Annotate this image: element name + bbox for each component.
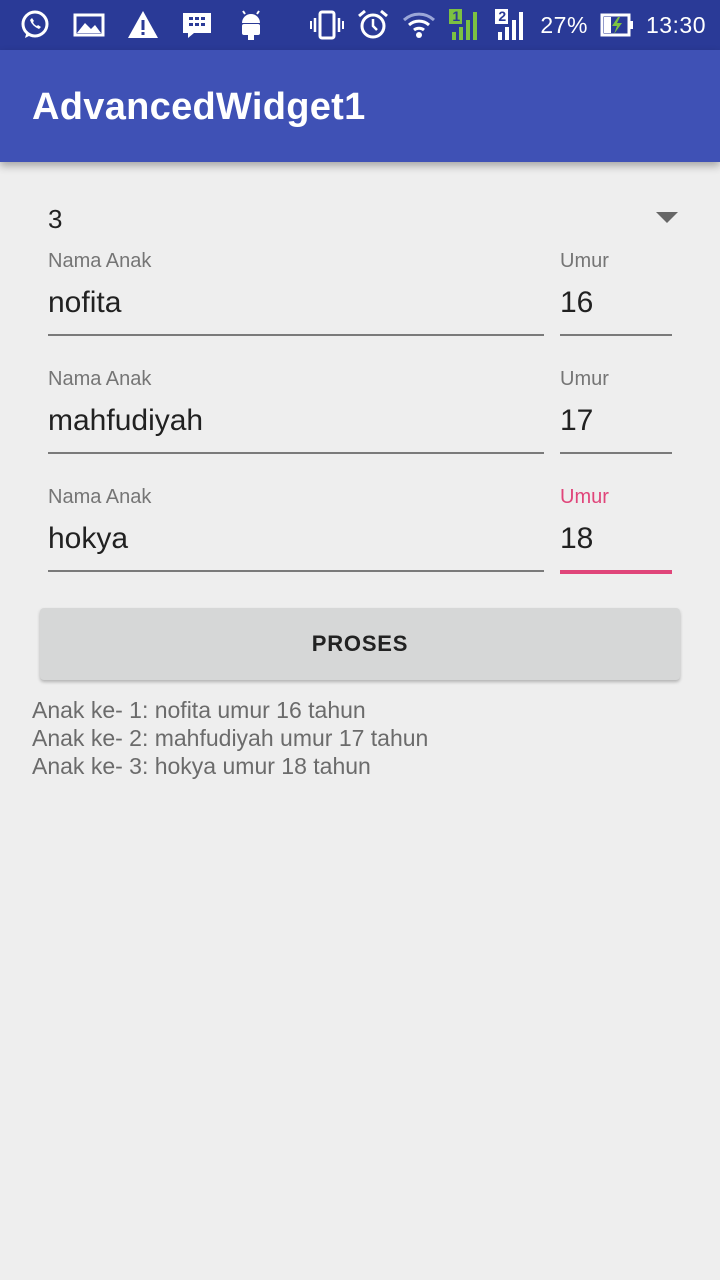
name-underline <box>48 334 544 336</box>
age-input-value: 16 <box>560 286 594 319</box>
name-underline <box>48 452 544 454</box>
age-underline <box>560 334 672 336</box>
spinner-selected-value: 3 <box>48 204 63 234</box>
warning-icon <box>126 8 160 42</box>
proses-button[interactable]: PROSES <box>40 608 680 680</box>
child-name-field[interactable]: Nama Anak mahfudiyah <box>48 368 544 478</box>
wifi-icon <box>402 8 436 42</box>
result-line-3: Anak ke- 3: hokya umur 18 tahun <box>32 753 371 779</box>
count-spinner[interactable]: 3 <box>32 190 688 246</box>
gallery-icon <box>72 8 106 42</box>
clock: 13:30 <box>645 11 706 38</box>
age-label: Umur <box>560 250 609 272</box>
proses-button-label: PROSES <box>311 631 409 656</box>
status-bar: 1 2 27% 13:30 <box>0 0 720 50</box>
child-age-field[interactable]: Umur 16 <box>560 250 672 360</box>
battery-percent: 27% <box>540 11 588 38</box>
name-input-value: hokya <box>48 522 129 555</box>
child-name-field[interactable]: Nama Anak hokya <box>48 486 544 596</box>
android-icon <box>234 8 268 42</box>
signal-sim1-icon: 1 <box>448 8 482 42</box>
name-label: Nama Anak <box>48 368 152 390</box>
app-bar: AdvancedWidget1 <box>0 50 720 162</box>
name-input-value: mahfudiyah <box>48 404 204 437</box>
name-underline <box>48 570 544 572</box>
alarm-icon <box>356 8 390 42</box>
child-row-1: Nama Anak nofita Umur 16 <box>48 250 672 360</box>
age-input-value: 17 <box>560 404 594 437</box>
signal-sim2-icon: 2 <box>494 8 528 42</box>
dropdown-arrow-icon <box>656 212 678 223</box>
sim1-label: 1 <box>452 8 461 24</box>
name-input-value: nofita <box>48 286 122 319</box>
name-label: Nama Anak <box>48 486 152 508</box>
result-line-2: Anak ke- 2: mahfudiyah umur 17 tahun <box>32 725 429 751</box>
whatsapp-icon <box>18 8 52 42</box>
age-underline <box>560 452 672 454</box>
child-age-field[interactable]: Umur 17 <box>560 368 672 478</box>
bbm-icon <box>180 8 214 42</box>
child-row-2: Nama Anak mahfudiyah Umur 17 <box>48 368 672 478</box>
age-label: Umur <box>560 368 609 390</box>
result-text: Anak ke- 1: nofita umur 16 tahun Anak ke… <box>32 696 672 780</box>
battery-charging-icon <box>600 8 634 42</box>
app-title: AdvancedWidget1 <box>32 86 366 128</box>
child-row-3: Nama Anak hokya Umur 18 <box>48 486 672 596</box>
age-underline <box>560 570 672 574</box>
age-label: Umur <box>560 486 609 508</box>
child-age-field-focused[interactable]: Umur 18 <box>560 486 672 596</box>
vibrate-icon <box>310 8 345 42</box>
child-name-field[interactable]: Nama Anak nofita <box>48 250 544 360</box>
name-label: Nama Anak <box>48 250 152 272</box>
sim2-label: 2 <box>498 8 507 24</box>
age-input-value: 18 <box>560 522 594 555</box>
result-line-1: Anak ke- 1: nofita umur 16 tahun <box>32 697 366 723</box>
